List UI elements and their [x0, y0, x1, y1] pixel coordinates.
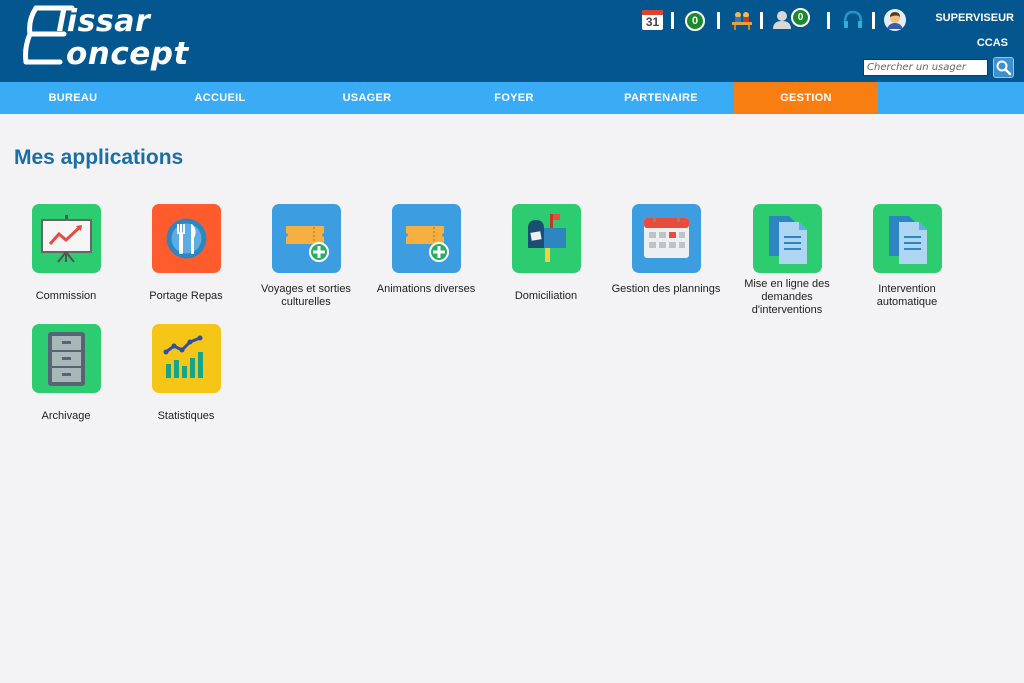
- app-label: Portage Repas: [149, 290, 223, 302]
- mailbox-icon: [511, 204, 581, 273]
- app-portage-repas[interactable]: Portage Repas: [126, 204, 246, 302]
- app-gestion-plannings[interactable]: Gestion des plannings: [606, 204, 726, 295]
- headset-support-icon[interactable]: [842, 9, 864, 36]
- notifications-count-badge[interactable]: 0: [685, 11, 705, 31]
- bar-chart-icon: [151, 324, 221, 393]
- toolbar-divider: [827, 12, 830, 29]
- app-label: Intervention automatique: [876, 283, 938, 308]
- app-voyages[interactable]: Voyages et sorties culturelles: [246, 204, 366, 308]
- users-count-badge[interactable]: 0: [791, 8, 810, 27]
- nav-accueil[interactable]: ACCUEIL: [147, 82, 293, 114]
- elissar-concept-logo[interactable]: lissar oncept: [22, 2, 194, 80]
- documents-icon: [752, 204, 822, 273]
- toolbar-divider: [872, 12, 875, 29]
- app-archivage[interactable]: Archivage: [6, 324, 126, 422]
- app-label: Archivage: [41, 410, 91, 422]
- meeting-room-icon[interactable]: [730, 10, 754, 35]
- toolbar-divider: [760, 12, 763, 29]
- organisation-label: CCAS: [976, 37, 1008, 49]
- logo-text-line1: lissar: [56, 4, 151, 39]
- app-label: Mise en ligne des demandes d'interventio…: [744, 278, 830, 316]
- ticket-add-icon: [391, 204, 461, 273]
- search-usager-input[interactable]: [863, 59, 988, 76]
- search-button[interactable]: [993, 57, 1014, 78]
- calendar-icon: [631, 204, 701, 273]
- app-label: Domiciliation: [514, 290, 578, 302]
- ticket-add-icon: [271, 204, 341, 273]
- app-commission[interactable]: Commission: [6, 204, 126, 302]
- presentation-chart-icon: [31, 204, 101, 273]
- app-intervention-automatique[interactable]: Intervention automatique: [847, 204, 967, 308]
- user-role-label: SUPERVISEUR: [935, 12, 1014, 24]
- nav-bureau[interactable]: BUREAU: [0, 82, 146, 114]
- app-label: Statistiques: [157, 410, 215, 422]
- toolbar-divider: [671, 12, 674, 29]
- nav-foyer[interactable]: FOYER: [441, 82, 587, 114]
- logo-text-line2: oncept: [66, 36, 189, 72]
- main-navigation: BUREAU ACCUEIL USAGER FOYER PARTENAIRE G…: [0, 82, 1024, 114]
- calendar-icon[interactable]: 31: [642, 10, 663, 30]
- top-header: lissar oncept 31 0 0 SUPERVISEUR CCAS Ch…: [0, 0, 1024, 82]
- user-avatar[interactable]: [884, 9, 906, 36]
- app-domiciliation[interactable]: Domiciliation: [486, 204, 606, 302]
- app-statistiques[interactable]: Statistiques: [126, 324, 246, 422]
- documents-icon: [872, 204, 942, 273]
- search-icon: [996, 60, 1012, 76]
- page-title: Mes applications: [14, 146, 184, 169]
- app-mise-en-ligne[interactable]: Mise en ligne des demandes d'interventio…: [727, 204, 847, 316]
- users-icon[interactable]: [772, 10, 792, 35]
- nav-gestion[interactable]: GESTION: [734, 82, 878, 114]
- app-label: Animations diverses: [376, 283, 476, 295]
- app-animations[interactable]: Animations diverses: [366, 204, 486, 295]
- app-label: Gestion des plannings: [611, 283, 721, 295]
- nav-partenaire[interactable]: PARTENAIRE: [588, 82, 734, 114]
- cutlery-plate-icon: [151, 204, 221, 273]
- app-label: Voyages et sorties culturelles: [261, 283, 351, 308]
- nav-usager[interactable]: USAGER: [294, 82, 440, 114]
- app-label: Commission: [35, 290, 97, 302]
- filing-cabinet-icon: [31, 324, 101, 393]
- toolbar-divider: [717, 12, 720, 29]
